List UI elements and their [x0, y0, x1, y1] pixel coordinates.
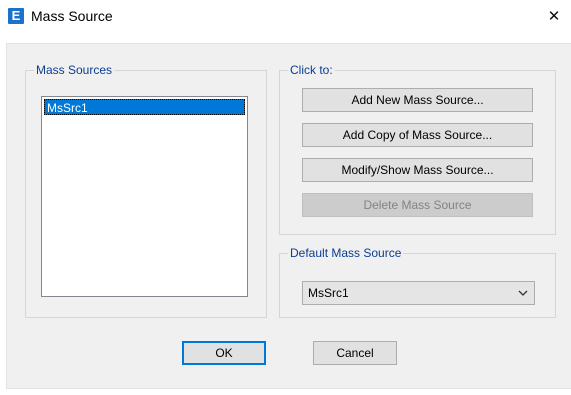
click-to-label: Click to:	[288, 63, 335, 77]
window-title: Mass Source	[31, 8, 113, 24]
dropdown-value: MsSrc1	[308, 286, 349, 300]
mass-sources-label: Mass Sources	[34, 63, 115, 77]
ok-button[interactable]: OK	[182, 341, 266, 365]
mass-sources-listbox[interactable]: MsSrc1	[41, 96, 248, 297]
modify-show-mass-source-button[interactable]: Modify/Show Mass Source...	[302, 158, 533, 182]
mass-sources-group: Mass Sources MsSrc1	[25, 63, 267, 318]
click-to-group: Click to: Add New Mass Source... Add Cop…	[279, 63, 556, 235]
etabs-logo-icon: E	[8, 8, 24, 24]
mass-source-dialog: E Mass Source ✕ Mass Sources MsSrc1 Clic…	[0, 0, 571, 395]
title-bar: E Mass Source ✕	[0, 0, 571, 34]
close-icon[interactable]: ✕	[537, 0, 571, 34]
cancel-button[interactable]: Cancel	[313, 341, 397, 365]
dialog-body: Mass Sources MsSrc1 Click to: Add New Ma…	[7, 44, 571, 388]
add-new-mass-source-button[interactable]: Add New Mass Source...	[302, 88, 533, 112]
default-mass-source-label: Default Mass Source	[288, 246, 404, 260]
default-mass-source-dropdown[interactable]: MsSrc1	[302, 281, 535, 305]
chevron-down-icon[interactable]	[518, 289, 528, 297]
list-item[interactable]: MsSrc1	[44, 99, 245, 115]
delete-mass-source-button: Delete Mass Source	[302, 193, 533, 217]
add-copy-mass-source-button[interactable]: Add Copy of Mass Source...	[302, 123, 533, 147]
default-mass-source-group: Default Mass Source MsSrc1	[279, 246, 556, 318]
